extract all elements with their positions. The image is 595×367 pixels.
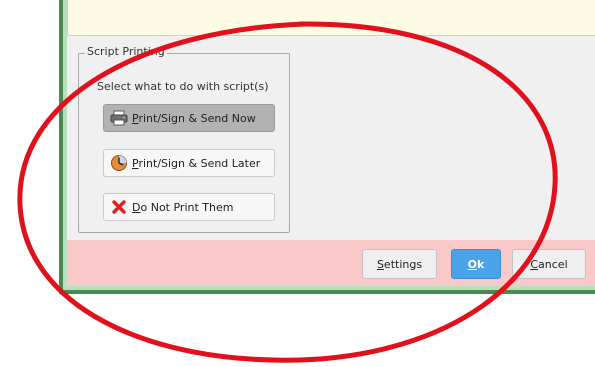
notice-bar bbox=[67, 0, 595, 36]
settings-button[interactable]: Settings bbox=[362, 249, 437, 279]
do-not-print-button[interactable]: Do Not Print Them bbox=[103, 193, 275, 221]
ok-label: Ok bbox=[467, 257, 485, 271]
cancel-label: Cancel bbox=[530, 257, 568, 271]
ok-button[interactable]: Ok bbox=[451, 249, 501, 279]
button-label: Do Not Print Them bbox=[132, 200, 234, 214]
red-x-icon bbox=[110, 198, 128, 216]
print-sign-send-later-button[interactable]: Print/Sign & Send Later bbox=[103, 149, 275, 177]
group-description: Select what to do with script(s) bbox=[97, 80, 269, 93]
button-label: Print/Sign & Send Later bbox=[132, 156, 261, 170]
clock-icon bbox=[110, 154, 128, 172]
settings-label: Settings bbox=[376, 257, 423, 271]
print-sign-send-now-button[interactable]: Print/Sign & Send Now bbox=[103, 104, 275, 132]
cancel-button[interactable]: Cancel bbox=[512, 249, 586, 279]
printer-icon bbox=[110, 109, 128, 127]
button-label: Print/Sign & Send Now bbox=[132, 111, 256, 125]
group-title: Script Printing bbox=[85, 45, 167, 58]
window-frame-bottom bbox=[59, 290, 595, 294]
